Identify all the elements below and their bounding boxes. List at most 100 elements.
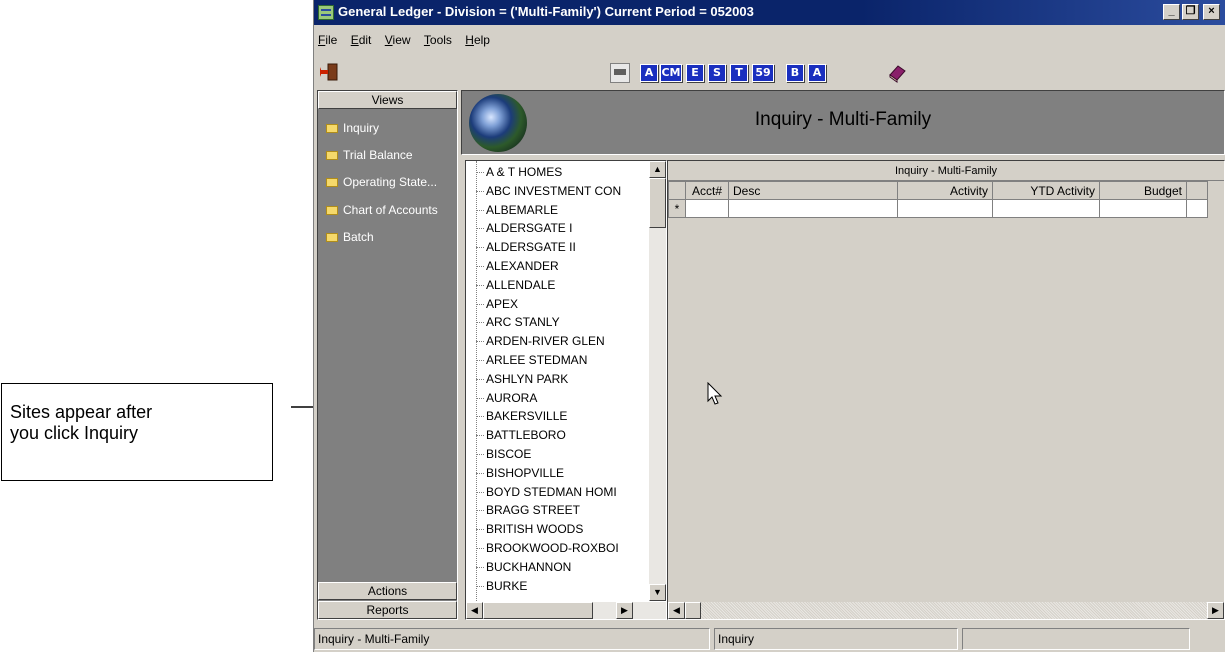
grid-horizontal-scrollbar[interactable]: ◀ ▶	[668, 602, 1224, 619]
site-list-item[interactable]: BATTLEBORO	[466, 426, 651, 445]
nav-label-batch: Batch	[343, 230, 374, 244]
scroll-thumb[interactable]	[649, 178, 666, 228]
restore-button[interactable]: ❐	[1182, 4, 1199, 20]
grid-new-row[interactable]: *	[668, 199, 1208, 218]
toolbar: A CM E S T 59 B A	[314, 57, 1225, 87]
site-list-item[interactable]: ABC INVESTMENT CON	[466, 182, 651, 201]
menu-help[interactable]: Help	[465, 33, 490, 47]
new-row-marker: *	[668, 199, 686, 218]
column-header-budget[interactable]: Budget	[1099, 181, 1187, 200]
scroll-thumb-horizontal[interactable]	[483, 602, 593, 619]
site-list-item[interactable]: ALDERSGATE I	[466, 219, 651, 238]
cell-ytd-activity[interactable]	[992, 199, 1100, 218]
site-list-item[interactable]: BAKERSVILLE	[466, 407, 651, 426]
nav-label-trial-balance: Trial Balance	[343, 148, 413, 162]
site-list-item[interactable]: ASHLYN PARK	[466, 370, 651, 389]
nav-item-operating-statement[interactable]: Operating State...	[326, 175, 437, 193]
toolbar-button-a2[interactable]: A	[808, 64, 826, 82]
scroll-right-arrow-icon[interactable]: ▶	[616, 602, 633, 619]
cell-activity[interactable]	[897, 199, 993, 218]
grid-scroll-right-arrow-icon[interactable]: ▶	[1207, 602, 1224, 619]
toolbar-button-59[interactable]: 59	[752, 64, 774, 82]
nav-label-inquiry: Inquiry	[343, 121, 380, 135]
menu-tools[interactable]: Tools	[424, 33, 452, 47]
status-right	[962, 628, 1190, 650]
nav-item-inquiry[interactable]: Inquiry	[326, 121, 379, 139]
site-list-item[interactable]: ALDERSGATE II	[466, 238, 651, 257]
site-list-item[interactable]: BISCOE	[466, 445, 651, 464]
site-list-item[interactable]: BRITISH WOODS	[466, 520, 651, 539]
column-header-acct[interactable]: Acct#	[685, 181, 729, 200]
folder-icon	[326, 178, 338, 187]
inquiry-grid-panel: Inquiry - Multi-Family Acct# Desc Activi…	[667, 160, 1225, 620]
site-list-item[interactable]: ALEXANDER	[466, 257, 651, 276]
site-vertical-scrollbar[interactable]: ▲ ▼	[649, 161, 666, 601]
scroll-up-arrow-icon[interactable]: ▲	[649, 161, 666, 178]
views-panel: Views Inquiry Trial Balance Operating St…	[317, 90, 458, 620]
toolbar-button-s[interactable]: S	[708, 64, 726, 82]
site-list-item[interactable]: AURORA	[466, 389, 651, 408]
cell-extra[interactable]	[1186, 199, 1208, 218]
reports-header[interactable]: Reports	[318, 601, 457, 619]
folder-icon	[326, 233, 338, 242]
site-list-item[interactable]: ALBEMARLE	[466, 201, 651, 220]
app-icon	[318, 5, 334, 20]
minimize-button[interactable]: _	[1163, 4, 1180, 20]
site-list-item[interactable]: BOYD STEDMAN HOMI	[466, 483, 651, 502]
page-title: Inquiry - Multi-Family	[754, 109, 932, 130]
title-bar[interactable]: General Ledger - Division = ('Multi-Fami…	[314, 0, 1225, 25]
site-list-item[interactable]: A & T HOMES	[466, 163, 651, 182]
scroll-left-arrow-icon[interactable]: ◀	[466, 602, 483, 619]
site-list-item[interactable]: BUCKHANNON	[466, 558, 651, 577]
site-list-item[interactable]: BRAGG STREET	[466, 501, 651, 520]
general-ledger-window: General Ledger - Division = ('Multi-Fami…	[313, 0, 1225, 652]
nav-item-chart-of-accounts[interactable]: Chart of Accounts	[326, 203, 438, 221]
column-header-ytd-activity[interactable]: YTD Activity	[992, 181, 1100, 200]
actions-header[interactable]: Actions	[318, 582, 457, 600]
cell-acct[interactable]	[685, 199, 729, 218]
row-selector-header	[668, 181, 686, 200]
site-list-item[interactable]: ARDEN-RIVER GLEN	[466, 332, 651, 351]
cell-budget[interactable]	[1099, 199, 1187, 218]
column-header-desc[interactable]: Desc	[728, 181, 898, 200]
nav-label-chart-of-accounts: Chart of Accounts	[343, 203, 438, 217]
nav-item-batch[interactable]: Batch	[326, 230, 374, 248]
printer-icon[interactable]	[610, 63, 630, 83]
toolbar-button-b[interactable]: B	[786, 64, 804, 82]
menu-edit[interactable]: Edit	[351, 33, 372, 47]
menu-file[interactable]: File	[318, 33, 337, 47]
site-list-item[interactable]: BROOKWOOD-ROXBOI	[466, 539, 651, 558]
column-header-activity[interactable]: Activity	[897, 181, 993, 200]
main-header: Inquiry - Multi-Family	[461, 90, 1225, 155]
site-list-item[interactable]: BURKE	[466, 577, 651, 596]
site-list-item[interactable]: ALLENDALE	[466, 276, 651, 295]
callout-line-1: Sites appear after	[10, 402, 153, 422]
window-title: General Ledger - Division = ('Multi-Fami…	[338, 4, 754, 19]
menu-view[interactable]: View	[385, 33, 411, 47]
close-button[interactable]: ×	[1203, 4, 1220, 20]
site-tree: A & T HOMES ABC INVESTMENT CON ALBEMARLE AL…	[465, 160, 667, 620]
site-list-item[interactable]: BISHOPVILLE	[466, 464, 651, 483]
status-middle: Inquiry	[714, 628, 958, 650]
status-bar: Inquiry - Multi-Family Inquiry	[314, 628, 1225, 650]
scroll-down-arrow-icon[interactable]: ▼	[649, 584, 666, 601]
cell-desc[interactable]	[728, 199, 898, 218]
site-list-item[interactable]: ARLEE STEDMAN	[466, 351, 651, 370]
grid-scroll-left-arrow-icon[interactable]: ◀	[668, 602, 685, 619]
grid-scroll-thumb[interactable]	[685, 602, 701, 619]
menu-bar: File Edit View Tools Help	[314, 33, 496, 51]
mouse-pointer-icon	[707, 382, 723, 405]
toolbar-button-t[interactable]: T	[730, 64, 748, 82]
toolbar-button-a[interactable]: A	[640, 64, 658, 82]
folder-icon	[326, 124, 338, 133]
site-list-item[interactable]: APEX	[466, 295, 651, 314]
site-list: A & T HOMES ABC INVESTMENT CON ALBEMARLE AL…	[466, 163, 651, 595]
toolbar-button-e[interactable]: E	[686, 64, 704, 82]
book-icon[interactable]	[887, 63, 907, 83]
toolbar-button-cm[interactable]: CM	[660, 64, 682, 82]
exit-door-icon[interactable]	[320, 63, 338, 81]
site-horizontal-scrollbar[interactable]: ◀ ▶	[466, 602, 666, 619]
nav-item-trial-balance[interactable]: Trial Balance	[326, 148, 413, 166]
views-header[interactable]: Views	[318, 91, 457, 109]
site-list-item[interactable]: ARC STANLY	[466, 313, 651, 332]
